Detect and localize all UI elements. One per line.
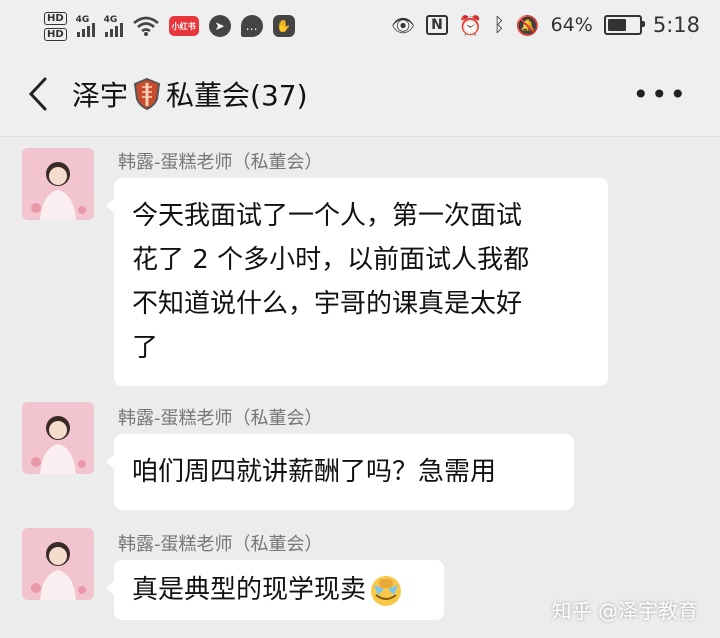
message-bubble[interactable]: 今天我面试了一个人，第一次面试 花了 2 个多小时，以前面试人我都 不知道说什么…	[106, 178, 608, 386]
message-text: 真是典型的现学现卖	[132, 575, 367, 605]
chat-title: 泽宇 私董会(37)	[72, 74, 308, 114]
watermark: 知乎 @泽宇教育	[551, 599, 698, 623]
signal-1-label: 4G	[75, 15, 90, 25]
sender-name: 韩露-蛋糕老师（私董会）	[118, 534, 323, 555]
navigation-app-icon: ➤	[208, 15, 231, 37]
battery-percent: 64%	[550, 14, 593, 36]
status-bar: HD HD 4G 4G 小红书 ➤ … ✋ 👁 N ⏰ ᛒ 🔕 64% 5:18	[0, 0, 720, 52]
message-bubble[interactable]: 咱们周四就讲薪酬了吗？急需用	[106, 434, 574, 510]
mute-icon: 🔕	[515, 14, 540, 37]
hd-voice-icon-2: HD	[44, 27, 67, 41]
avatar[interactable]	[22, 402, 94, 474]
sender-name: 韩露-蛋糕老师（私董会）	[118, 408, 323, 429]
nfc-icon: N	[426, 15, 448, 35]
facepalm-emoji-icon	[371, 575, 402, 606]
bluetooth-icon: ᛒ	[493, 14, 505, 36]
message-bubble[interactable]: 真是典型的现学现卖	[106, 560, 444, 620]
chat-message: 韩露-蛋糕老师（私董会） 咱们周四就讲薪酬了吗？急需用	[0, 402, 720, 512]
eye-icon: 👁	[391, 14, 416, 37]
back-button[interactable]	[22, 74, 54, 114]
battery-icon	[603, 15, 645, 35]
sender-name: 韩露-蛋糕老师（私董会）	[118, 152, 323, 173]
hd-voice-icon-1: HD	[44, 11, 67, 25]
message-line: 真是典型的现学现卖	[132, 568, 426, 612]
chat-header: 泽宇 私董会(37) •••	[0, 52, 720, 137]
chat-message: 韩露-蛋糕老师（私董会） 今天我面试了一个人，第一次面试 花了 2 个多小时，以…	[0, 140, 720, 386]
shield-logo-icon	[133, 77, 161, 111]
chevron-left-icon	[28, 77, 47, 111]
title-prefix: 泽宇	[72, 79, 129, 112]
signal-2-label: 4G	[103, 15, 118, 25]
xiaohongshu-app-icon: 小红书	[168, 16, 199, 36]
title-suffix: 私董会(37)	[166, 79, 308, 112]
more-dots-icon: •••	[632, 78, 688, 111]
avatar[interactable]	[22, 148, 94, 220]
battery-fill	[607, 19, 626, 31]
clock: 5:18	[652, 13, 700, 37]
message-line: 不知道说什么，宇哥的课真是太好	[132, 289, 523, 319]
message-line: 了	[132, 333, 159, 363]
more-button[interactable]: •••	[632, 78, 688, 111]
signal-1-icon: 4G	[75, 15, 95, 37]
message-line: 咱们周四就讲薪酬了吗？急需用	[132, 457, 497, 487]
message-line: 今天我面试了一个人，第一次面试	[132, 201, 523, 231]
signal-2-icon: 4G	[103, 15, 123, 37]
hand-app-icon: ✋	[272, 15, 295, 37]
chat-app-icon: …	[240, 15, 263, 37]
wifi-icon	[132, 16, 159, 36]
alarm-icon: ⏰	[458, 14, 483, 37]
avatar[interactable]	[22, 528, 94, 600]
message-line: 花了 2 个多小时，以前面试人我都	[132, 245, 530, 275]
